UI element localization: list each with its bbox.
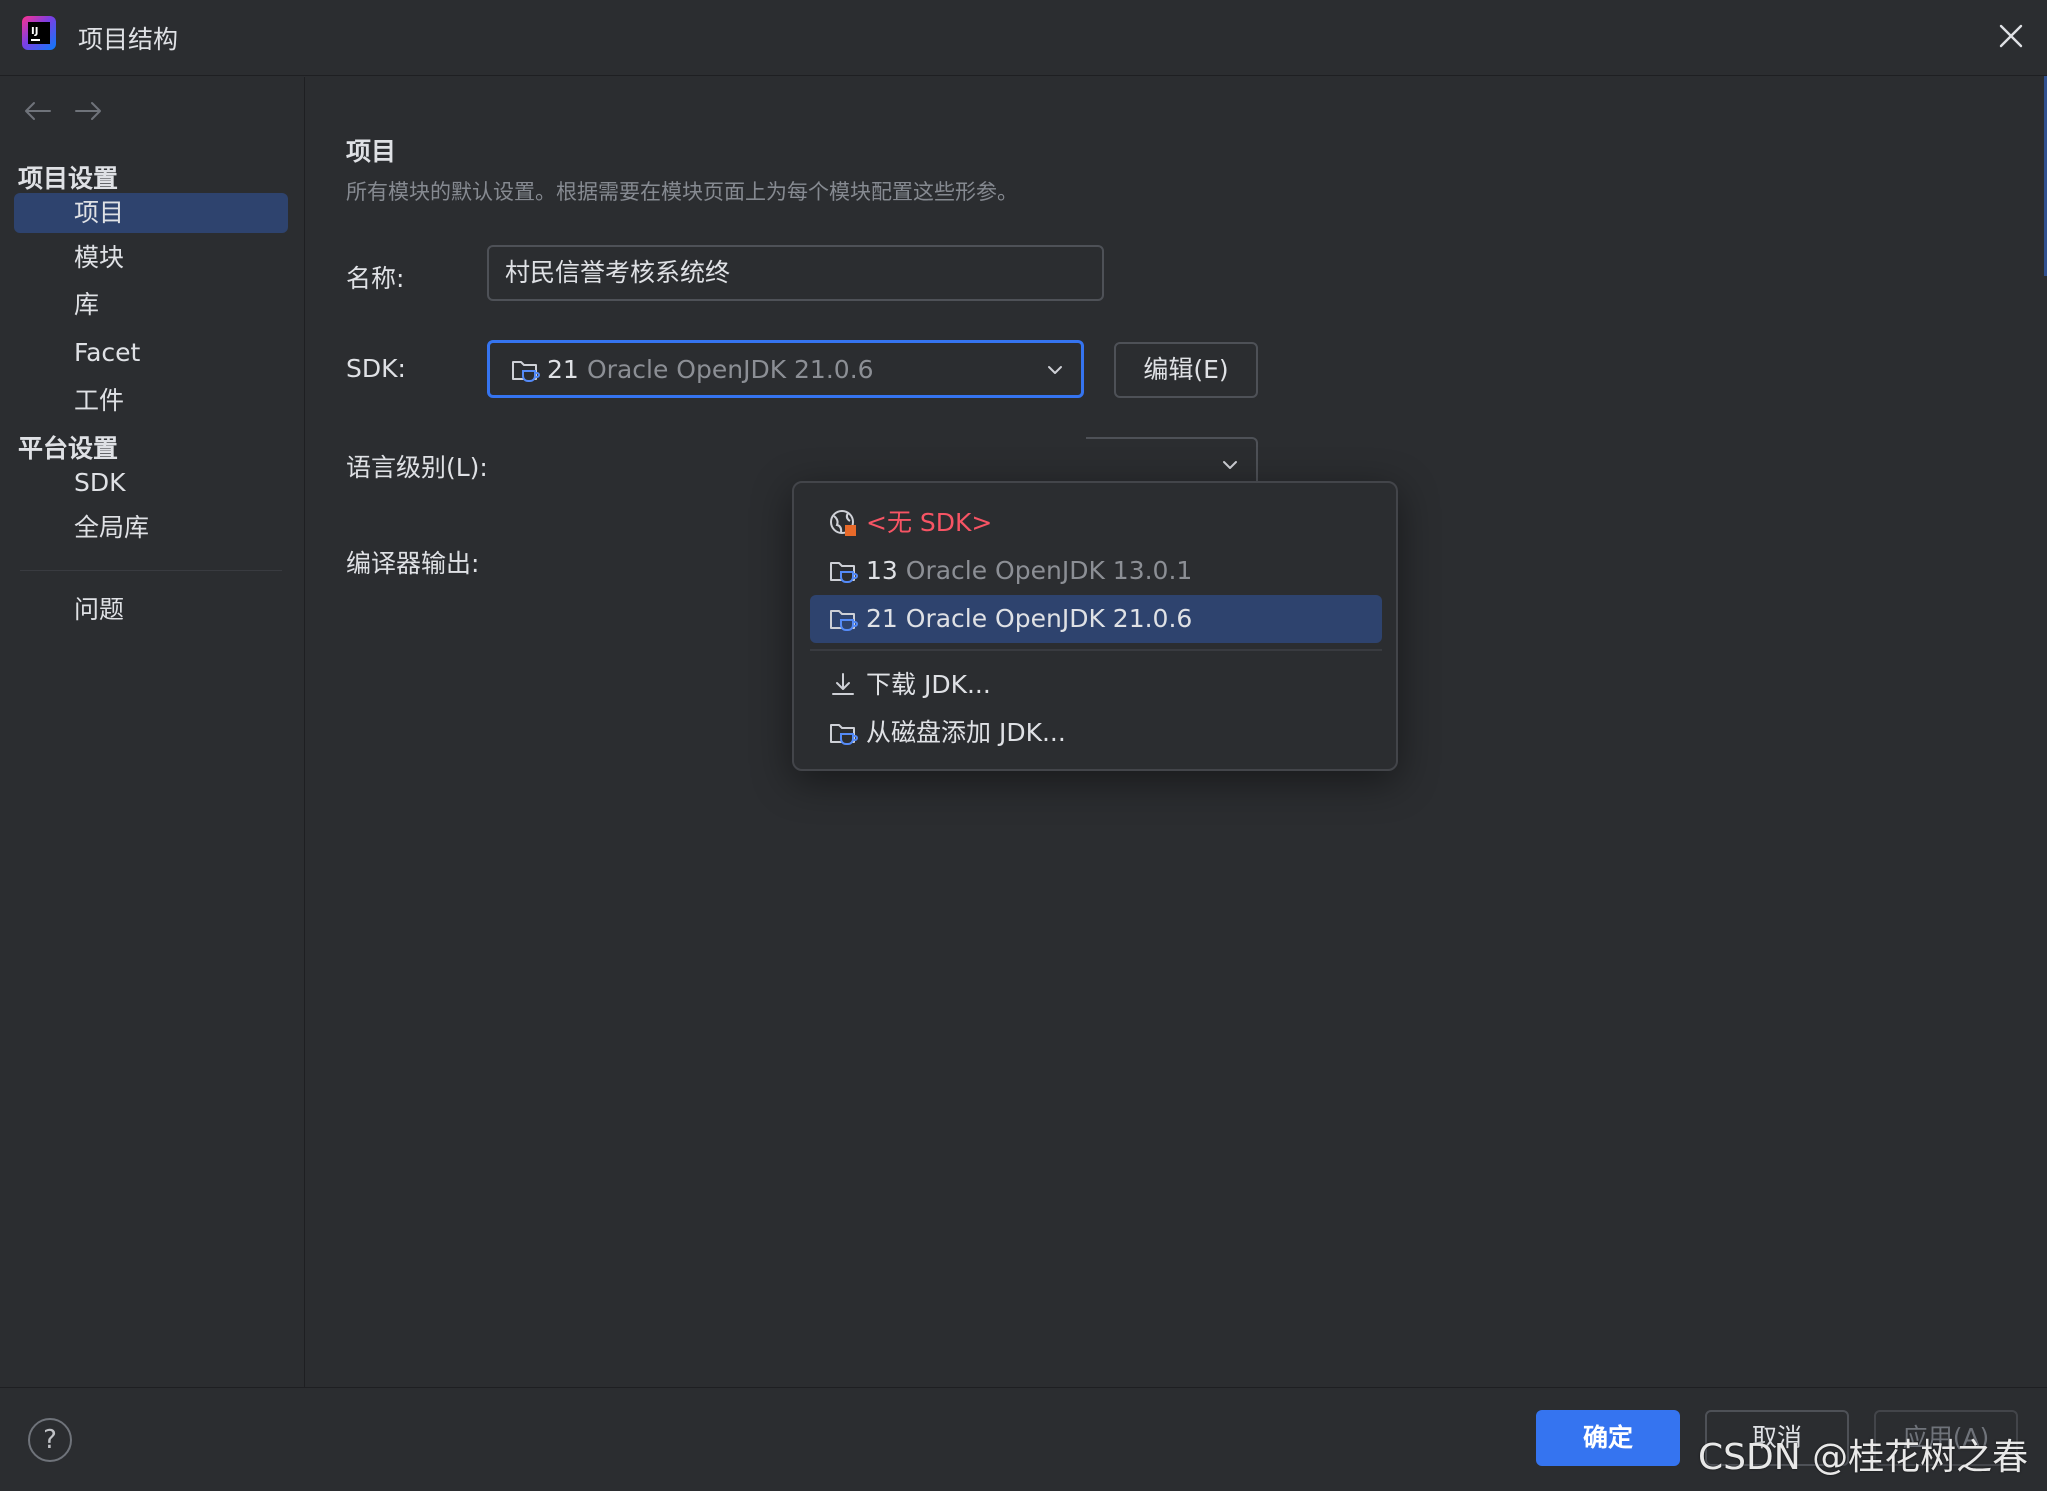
sidebar-item-label: 工件	[74, 386, 125, 415]
sdk-dropdown-popup: <无 SDK> 13 Oracle OpenJDK 13.0.1 21 Orac…	[792, 481, 1398, 771]
sdk-name: Oracle OpenJDK 13.0.1	[905, 556, 1193, 585]
sidebar-item-label: 全局库	[74, 513, 150, 542]
sdk-label: SDK:	[346, 354, 406, 383]
forward-arrow-icon[interactable]	[72, 97, 106, 125]
no-sdk-label: <无 SDK>	[866, 508, 993, 537]
sdk-version: 21	[547, 355, 579, 384]
sdk-version: 13	[866, 556, 898, 585]
globe-sdk-error-icon	[830, 510, 856, 536]
sidebar-item-label: Facet	[74, 338, 141, 367]
sidebar-item-label: 模块	[74, 243, 125, 272]
sdk-name: Oracle OpenJDK 21.0.6	[905, 604, 1193, 633]
sidebar-item-label: SDK	[74, 468, 126, 497]
sidebar-item-global-libraries[interactable]: 全局库	[14, 508, 288, 548]
sdk-version: 21	[866, 604, 898, 633]
main-content: 项目 所有模块的默认设置。根据需要在模块页面上为每个模块配置这些形参。 名称: …	[306, 77, 2047, 1387]
sidebar-item-label: 问题	[74, 595, 125, 624]
language-level-label: 语言级别(L):	[346, 453, 488, 482]
edit-sdk-button[interactable]: 编辑(E)	[1114, 342, 1258, 398]
close-icon[interactable]	[1993, 18, 2029, 54]
ok-button[interactable]: 确定	[1536, 1410, 1680, 1466]
back-arrow-icon[interactable]	[20, 97, 54, 125]
sdk-option-none[interactable]: <无 SDK>	[810, 499, 1382, 547]
jdk-folder-icon	[830, 724, 858, 745]
sidebar-item-label: 库	[74, 290, 100, 319]
sidebar-item-modules[interactable]: 模块	[14, 238, 288, 278]
download-icon	[832, 673, 854, 695]
page-title: 项目	[346, 137, 397, 166]
page-description: 所有模块的默认设置。根据需要在模块页面上为每个模块配置这些形参。	[346, 180, 1018, 204]
add-jdk-from-disk-label: 从磁盘添加 JDK...	[866, 718, 1066, 747]
chevron-down-icon	[1223, 461, 1237, 469]
sidebar-divider	[20, 570, 282, 571]
sdk-dropdown[interactable]: 21 Oracle OpenJDK 21.0.6	[487, 340, 1084, 398]
chevron-down-icon	[1048, 366, 1062, 374]
help-icon[interactable]: ?	[28, 1418, 72, 1462]
popup-divider	[810, 649, 1382, 651]
sidebar-item-project[interactable]: 项目	[14, 193, 288, 233]
project-name-field[interactable]: 村民信誉考核系统终	[487, 245, 1104, 301]
name-label: 名称:	[346, 264, 405, 293]
window-title: 项目结构	[78, 25, 179, 54]
sidebar-item-artifacts[interactable]: 工件	[14, 381, 288, 421]
add-jdk-from-disk-option[interactable]: 从磁盘添加 JDK...	[810, 709, 1382, 757]
jdk-folder-icon	[512, 361, 540, 382]
sdk-name: Oracle OpenJDK 21.0.6	[587, 355, 874, 384]
sidebar-item-problems[interactable]: 问题	[14, 590, 288, 630]
jdk-folder-icon	[830, 610, 858, 631]
intellij-logo-icon: IJ	[22, 16, 56, 50]
watermark: CSDN @桂花树之春	[1698, 1437, 2029, 1478]
sidebar: 项目设置 项目 模块 库 Facet 工件 平台设置 SDK 全局库 问题	[0, 77, 305, 1387]
compiler-output-label: 编译器输出:	[346, 549, 480, 578]
sidebar-item-sdk[interactable]: SDK	[14, 463, 288, 503]
title-bar: IJ 项目结构	[0, 0, 2047, 76]
section-header-project-settings: 项目设置	[18, 164, 119, 193]
jdk-folder-icon	[830, 562, 858, 583]
download-jdk-option[interactable]: 下载 JDK...	[810, 661, 1382, 709]
sdk-option-21[interactable]: 21 Oracle OpenJDK 21.0.6	[810, 595, 1382, 643]
section-header-platform-settings: 平台设置	[18, 434, 119, 463]
sdk-option-13[interactable]: 13 Oracle OpenJDK 13.0.1	[810, 547, 1382, 595]
sidebar-item-libraries[interactable]: 库	[14, 285, 288, 325]
download-jdk-label: 下载 JDK...	[866, 670, 991, 699]
sidebar-item-label: 项目	[74, 198, 125, 227]
sidebar-item-facet[interactable]: Facet	[14, 333, 288, 373]
